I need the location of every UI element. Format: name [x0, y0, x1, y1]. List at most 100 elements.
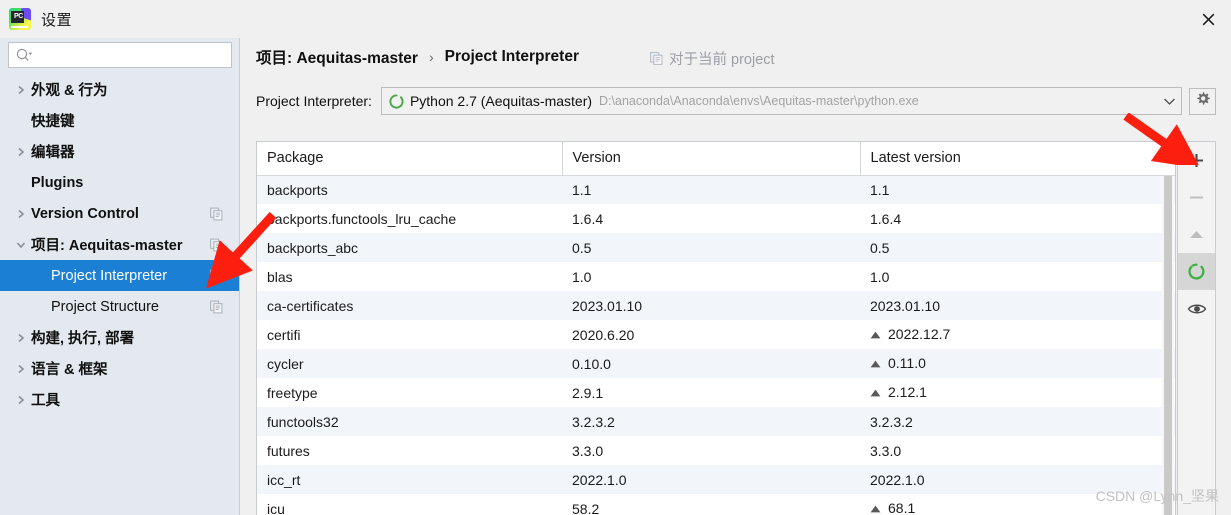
interpreter-select[interactable]: Python 2.7 (Aequitas-master) D:\anaconda…: [380, 87, 1182, 115]
cell-package: icc_rt: [267, 471, 301, 488]
sidebar-item-label: 语言 & 框架: [31, 362, 108, 378]
remove-package-button[interactable]: [1178, 179, 1215, 216]
cell-version: 2022.1.0: [572, 471, 627, 488]
sidebar-item-label: Project Structure: [51, 298, 159, 315]
cell-latest-version: 2.12.1: [860, 378, 1175, 407]
scrollbar-thumb[interactable]: [1164, 176, 1172, 515]
sidebar-item-7[interactable]: Project Structure: [0, 291, 239, 322]
latest-version-text: 2023.01.10: [870, 297, 941, 314]
table-row[interactable]: icu 58.2 68.1: [257, 494, 1175, 515]
latest-version-text: 3.2.3.2: [870, 413, 913, 430]
interpreter-settings-button[interactable]: [1189, 87, 1216, 115]
table-row[interactable]: certifi 2020.6.20 2022.12.7: [257, 320, 1175, 349]
cell-latest-version: 2022.1.0: [860, 465, 1175, 494]
upgrade-package-button[interactable]: [1178, 216, 1215, 253]
show-early-releases-button[interactable]: [1178, 290, 1215, 327]
table-row[interactable]: freetype 2.9.1 2.12.1: [257, 378, 1175, 407]
chevron-right-icon: [14, 83, 28, 97]
settings-tree: 外观 & 行为 快捷键编辑器 Plugins Version Control 项目: A…: [0, 74, 239, 415]
breadcrumb-separator-icon: ›: [428, 49, 434, 65]
sidebar-item-10[interactable]: 工具: [0, 384, 239, 415]
settings-sidebar: 外观 & 行为 快捷键编辑器 Plugins Version Control 项目: A…: [0, 38, 240, 515]
cell-version: 3.2.3.2: [572, 413, 615, 430]
sidebar-item-5[interactable]: 项目: Aequitas-master: [0, 229, 239, 260]
sidebar-item-1[interactable]: 快捷键: [0, 105, 239, 136]
chevron-right-icon: [14, 145, 28, 159]
search-box[interactable]: [8, 42, 232, 68]
latest-version-text: 2022.12.7: [888, 325, 951, 342]
scope-note-label: 对于当前 project: [669, 52, 775, 68]
cell-version: 1.0: [572, 268, 592, 285]
package-table-body: backports 1.1 1.1 backports.functools_lru_c…: [257, 175, 1175, 515]
sidebar-item-0[interactable]: 外观 & 行为: [0, 74, 239, 105]
add-package-button[interactable]: [1178, 142, 1215, 179]
cell-latest-version: 68.1: [860, 494, 1175, 515]
upgrade-available-icon: [870, 384, 881, 400]
breadcrumb-current: Project Interpreter: [444, 48, 579, 65]
cell-package: backports: [267, 181, 328, 198]
sidebar-item-label: 构建, 执行, 部署: [31, 331, 135, 347]
content-pane: 项目: Aequitas-master › Project Interprete…: [241, 38, 1231, 515]
sidebar-item-3[interactable]: Plugins: [0, 167, 239, 198]
latest-version-text: 1.0: [870, 268, 890, 285]
cell-package: freetype: [267, 384, 318, 401]
cell-latest-version: 1.6.4: [860, 204, 1175, 233]
pycharm-logo-icon: PC: [9, 8, 31, 30]
cell-package: ca-certificates: [267, 297, 354, 314]
latest-version-text: 1.1: [870, 181, 890, 198]
latest-version-text: 0.11.0: [888, 354, 926, 371]
copy-icon: [210, 238, 223, 251]
sidebar-item-9[interactable]: 语言 & 框架: [0, 353, 239, 384]
chevron-right-icon: [14, 362, 28, 376]
table-header-row: Package Version Latest version: [257, 142, 1175, 176]
chevron-down-icon: [14, 238, 28, 252]
refresh-button[interactable]: [1178, 253, 1215, 290]
table-scrollbar[interactable]: [1162, 176, 1174, 515]
search-input[interactable]: [36, 44, 231, 66]
table-row[interactable]: ca-certificates 2023.01.10 2023.01.10: [257, 291, 1175, 320]
cell-latest-version: 2023.01.10: [860, 291, 1175, 320]
column-header-package[interactable]: Package: [257, 142, 563, 176]
upgrade-available-icon: [870, 355, 881, 371]
table-row[interactable]: backports 1.1 1.1: [257, 175, 1175, 204]
cell-version: 0.10.0: [572, 355, 611, 372]
cell-version: 1.6.4: [572, 210, 604, 227]
cell-version: 0.5: [572, 239, 592, 256]
table-row[interactable]: backports.functools_lru_cache 1.6.4 1.6.4: [257, 204, 1175, 233]
cell-version: 2020.6.20: [572, 326, 635, 343]
latest-version-text: 1.6.4: [870, 210, 902, 227]
latest-version-text: 2022.1.0: [870, 471, 925, 488]
upgrade-available-icon: [870, 326, 881, 342]
table-row[interactable]: functools32 3.2.3.2 3.2.3.2: [257, 407, 1175, 436]
column-header-latest-version[interactable]: Latest version: [860, 142, 1175, 176]
column-header-version[interactable]: Version: [562, 142, 861, 176]
table-row[interactable]: futures 3.3.0 3.3.0: [257, 436, 1175, 465]
table-row[interactable]: cycler 0.10.0 0.11.0: [257, 349, 1175, 378]
close-icon[interactable]: [1185, 0, 1231, 38]
interpreter-path: D:\anaconda\Anaconda\envs\Aequitas-maste…: [599, 94, 919, 108]
sidebar-item-2[interactable]: 编辑器: [0, 136, 239, 167]
table-row[interactable]: icc_rt 2022.1.0 2022.1.0: [257, 465, 1175, 494]
interpreter-row: Project Interpreter: Python 2.7 (Aequita…: [256, 86, 1216, 116]
sidebar-item-6[interactable]: Project Interpreter: [0, 260, 239, 291]
cell-latest-version: 3.3.0: [860, 436, 1175, 465]
window-title: 设置: [41, 11, 73, 29]
copy-icon: [210, 300, 223, 313]
sidebar-item-4[interactable]: Version Control: [0, 198, 239, 229]
cell-latest-version: 0.11.0: [860, 349, 1175, 378]
chevron-right-icon: [14, 393, 28, 407]
cell-version: 2.9.1: [572, 384, 604, 401]
sidebar-item-label: Project Interpreter: [51, 267, 168, 284]
sidebar-item-8[interactable]: 构建, 执行, 部署: [0, 322, 239, 353]
table-row[interactable]: blas 1.0 1.0: [257, 262, 1175, 291]
title-bar: PC 设置: [0, 0, 1231, 38]
sidebar-item-label: Plugins: [31, 174, 84, 191]
sidebar-item-label: 项目: Aequitas-master: [31, 238, 183, 254]
sidebar-item-label: 编辑器: [31, 145, 75, 161]
chevron-down-icon[interactable]: [1157, 97, 1181, 106]
table-row[interactable]: backports_abc 0.5 0.5: [257, 233, 1175, 262]
logo-text: PC: [14, 13, 23, 20]
cell-package: blas: [267, 268, 293, 285]
cell-package: functools32: [267, 413, 339, 430]
breadcrumb-parent[interactable]: 项目: Aequitas-master: [256, 46, 418, 68]
